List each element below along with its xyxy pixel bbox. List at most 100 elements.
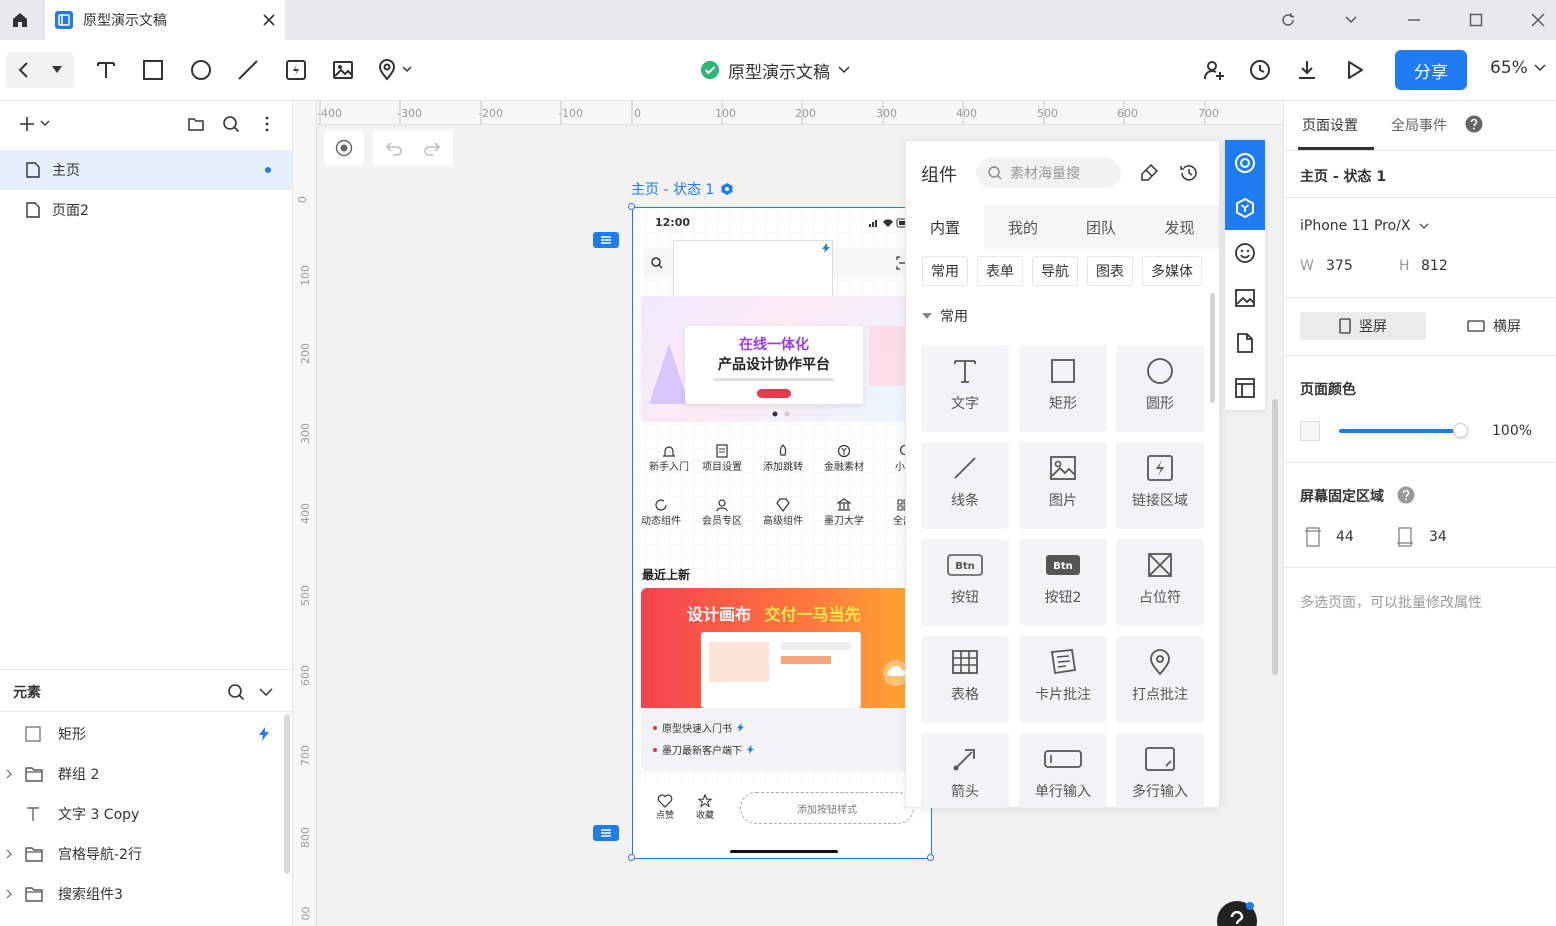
collapse-elements-button[interactable] [259,687,273,697]
component-table[interactable]: 表格 [921,636,1009,723]
global-events-help[interactable] [1465,115,1483,133]
fixed-bottom-marker[interactable] [593,825,619,841]
refresh-button[interactable] [1272,4,1304,36]
device-select[interactable]: iPhone 11 Pro/X [1300,218,1429,234]
recent-components-button[interactable] [1179,163,1199,183]
strip-templates-button[interactable] [1225,365,1265,410]
component-button2[interactable]: Btn 按钮2 [1019,539,1107,626]
component-search-input[interactable]: 素材海量搜 [976,158,1121,188]
tab-team[interactable]: 团队 [1062,205,1140,249]
zoom-control[interactable]: 65% [1490,58,1546,78]
opacity-slider[interactable] [1339,429,1461,433]
phone-banner[interactable]: 在线一体化 产品设计协作平台 [641,296,925,422]
rectangle-tool[interactable] [137,54,169,86]
element-item-rect[interactable]: 矩形 [0,714,285,754]
folder-button[interactable] [187,115,205,133]
component-pin-note[interactable]: 打点批注 [1116,636,1204,723]
frame-label[interactable]: 主页 - 状态 1 [631,179,734,199]
strip-images-button[interactable] [1225,275,1265,320]
category-form[interactable]: 表单 [977,256,1023,286]
width-field[interactable]: 375 [1326,258,1353,274]
element-item-gridnav[interactable]: 宫格导航-2行 [0,834,285,874]
element-item-search3[interactable]: 搜索组件3 [0,874,285,914]
component-line[interactable]: 线条 [921,442,1009,529]
resize-handle[interactable] [628,854,635,861]
promo-list-item[interactable]: 原型快速入门书 [653,720,744,735]
fixed-top-marker[interactable] [593,232,619,248]
strip-emoji-button[interactable] [1225,230,1265,275]
phone-frame[interactable]: 12:00 在线一体化 产品设计协作平台 新手入门 项目设置 添加跳转 金融素材… [632,207,932,859]
home-button[interactable] [0,0,40,40]
promo-card[interactable]: 设计画布 交付一马当先 原型快速入门书 墨刀最新客户端下 [641,588,931,771]
tab-builtin[interactable]: 内置 [906,205,984,249]
canvas-target-button[interactable] [324,130,364,166]
search-elements-button[interactable] [227,683,245,701]
section-common[interactable]: 常用 [922,306,968,326]
nav-item[interactable]: 添加跳转 [759,444,807,473]
component-input[interactable]: 单行输入 [1019,733,1107,808]
resize-handle[interactable] [628,203,635,210]
favorite-button[interactable]: 收藏 [693,794,717,821]
component-textarea[interactable]: 多行输入 [1116,733,1204,808]
more-button[interactable] [258,115,276,133]
top-fixed-field[interactable]: 44 [1336,529,1354,545]
undo-icon[interactable] [385,140,403,156]
page-item-home[interactable]: 主页 [0,150,292,190]
portrait-button[interactable]: 竖屏 [1300,312,1426,340]
invite-button[interactable] [1198,54,1230,86]
component-link-area[interactable]: 链接区域 [1116,442,1204,529]
component-text[interactable]: 文字 [921,345,1009,432]
back-icon[interactable] [14,60,34,80]
minimize-button[interactable] [1398,4,1430,36]
tab-mine[interactable]: 我的 [984,205,1062,249]
link-area-tool[interactable] [280,54,312,86]
nav-item[interactable]: 墨刀大学 [820,498,868,527]
history-button[interactable] [1244,54,1276,86]
share-button[interactable]: 分享 [1395,50,1467,90]
component-circle[interactable]: 圆形 [1116,345,1204,432]
element-item-text3copy[interactable]: 文字 3 Copy [0,794,285,834]
add-page-button[interactable] [18,115,50,133]
close-tab-icon[interactable] [263,14,275,26]
preview-button[interactable] [1339,54,1371,86]
nav-item[interactable]: 高级组件 [759,498,807,527]
maximize-button[interactable] [1460,4,1492,36]
brush-button[interactable] [1139,163,1159,183]
category-media[interactable]: 多媒体 [1142,256,1202,286]
component-arrow[interactable]: 箭头 [921,733,1009,808]
component-image[interactable]: 图片 [1019,442,1107,529]
bottom-fixed-field[interactable]: 34 [1429,529,1447,545]
category-navigation[interactable]: 导航 [1032,256,1078,286]
promo-list-item[interactable]: 墨刀最新客户端下 [653,742,754,757]
image-tool[interactable] [327,54,359,86]
document-tab[interactable]: 原型演示文稿 [45,0,285,40]
tab-discover[interactable]: 发现 [1140,205,1219,249]
strip-pages-button[interactable] [1225,320,1265,365]
redo-icon[interactable] [423,140,441,156]
like-button[interactable]: 点赞 [653,794,677,821]
search-pages-button[interactable] [222,115,240,133]
height-field[interactable]: 812 [1421,258,1448,274]
caret-down-icon[interactable] [52,66,62,74]
tab-global-events[interactable]: 全局事件 [1391,115,1447,135]
nav-item[interactable]: 金融素材 [820,444,868,473]
close-window-button[interactable] [1522,4,1554,36]
document-title[interactable]: 原型演示文稿 [700,56,850,84]
category-common[interactable]: 常用 [922,256,968,286]
text-tool[interactable] [90,54,122,86]
component-card-note[interactable]: 卡片批注 [1019,636,1107,723]
nav-item[interactable]: 动态组件 [637,498,685,527]
add-button-style[interactable]: 添加按钮样式 [740,792,914,824]
panel-scrollbar[interactable] [1210,293,1215,403]
nav-item[interactable]: 项目设置 [698,444,746,473]
download-button[interactable] [1291,54,1323,86]
resize-handle[interactable] [927,854,934,861]
pin-tool[interactable] [370,54,418,86]
landscape-button[interactable]: 横屏 [1434,312,1554,340]
component-button[interactable]: Btn 按钮 [921,539,1009,626]
dropdown-button[interactable] [1335,4,1367,36]
tab-page-settings[interactable]: 页面设置 [1302,115,1358,135]
strip-components-button[interactable] [1225,140,1265,185]
strip-icons-button[interactable] [1225,185,1265,230]
component-placeholder[interactable]: 占位符 [1116,539,1204,626]
